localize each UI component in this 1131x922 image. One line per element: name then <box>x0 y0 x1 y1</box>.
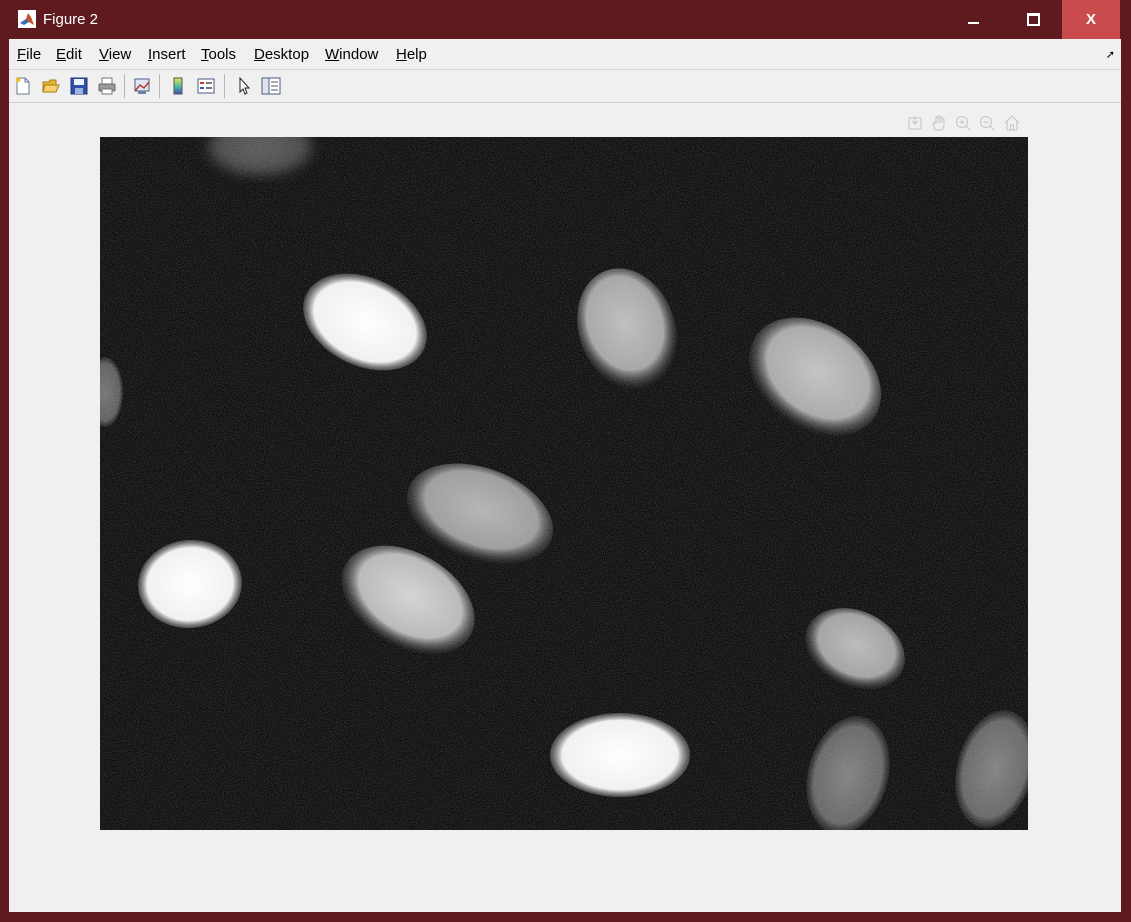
figure-window: Figure 2 X File Edit View Insert Tools D… <box>0 0 1131 922</box>
menu-tools[interactable]: Tools <box>201 46 236 63</box>
figure-client-area: File Edit View Insert Tools Desktop Wind… <box>9 39 1121 912</box>
edit-plot-arrow-icon[interactable] <box>232 74 256 98</box>
toolbar-separator <box>124 74 125 98</box>
zoom-out-icon[interactable] <box>976 112 998 134</box>
maximize-button[interactable] <box>1003 0 1063 39</box>
print-icon[interactable] <box>95 74 119 98</box>
close-button[interactable]: X <box>1062 0 1120 39</box>
axes-toolbar <box>904 112 1030 136</box>
zoom-in-icon[interactable] <box>952 112 974 134</box>
link-plot-icon[interactable] <box>130 74 154 98</box>
matlab-logo-icon <box>18 10 36 28</box>
menu-edit[interactable]: Edit <box>56 46 82 63</box>
colorbar-icon[interactable] <box>166 74 190 98</box>
minimize-icon <box>967 21 979 24</box>
menu-window[interactable]: Window <box>325 46 378 63</box>
save-icon[interactable] <box>67 74 91 98</box>
menu-file[interactable]: File <box>17 46 41 63</box>
legend-icon[interactable] <box>194 74 218 98</box>
menu-view[interactable]: View <box>99 46 131 63</box>
menu-insert[interactable]: Insert <box>148 46 186 63</box>
new-figure-icon[interactable] <box>11 74 35 98</box>
property-inspector-icon[interactable] <box>259 74 283 98</box>
dock-arrow-icon[interactable]: ➚ <box>1106 48 1115 61</box>
figure-toolbar <box>9 70 1121 103</box>
open-file-icon[interactable] <box>39 74 63 98</box>
export-icon[interactable] <box>904 112 926 134</box>
nuclei-image-svg <box>100 137 1028 830</box>
title-bar[interactable]: Figure 2 X <box>0 0 1131 39</box>
toolbar-separator <box>224 74 225 98</box>
close-icon: X <box>1085 11 1096 28</box>
window-title: Figure 2 <box>43 11 99 28</box>
menu-desktop[interactable]: Desktop <box>254 46 309 63</box>
minimize-button[interactable] <box>943 0 1003 39</box>
pan-hand-icon[interactable] <box>928 112 950 134</box>
menu-bar: File Edit View Insert Tools Desktop Wind… <box>9 39 1121 70</box>
home-icon[interactable] <box>1001 112 1023 134</box>
maximize-icon <box>1026 13 1040 26</box>
menu-help[interactable]: Help <box>396 46 427 63</box>
microscopy-image[interactable] <box>100 137 1028 830</box>
toolbar-separator <box>159 74 160 98</box>
